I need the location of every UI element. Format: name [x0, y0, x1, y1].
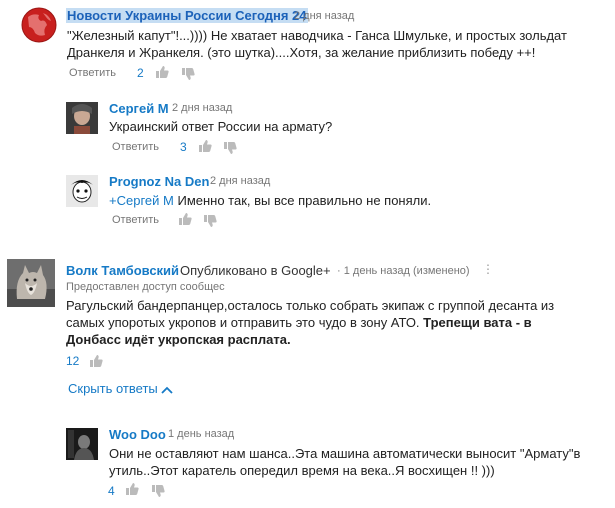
comment-author[interactable]: Prognoz Na Den — [109, 174, 209, 189]
thumb-down-icon[interactable] — [181, 67, 195, 81]
access-label: Предоставлен доступ сообщес — [66, 281, 225, 293]
like-count: 12 — [66, 354, 80, 368]
thumb-up-icon[interactable] — [89, 354, 103, 368]
comment-time[interactable]: · 1 день назад (изменено) — [337, 265, 470, 277]
mention-link[interactable]: +Сергей М — [109, 193, 174, 208]
thumb-down-icon[interactable] — [151, 484, 165, 498]
chevron-up-icon — [161, 386, 174, 394]
published-on-label: Опубликовано в Google+ — [180, 263, 331, 278]
comment-author[interactable]: Сергей М — [109, 101, 169, 116]
comment-time[interactable]: 2 дня назад — [294, 10, 354, 22]
like-count: 4 — [108, 484, 115, 498]
thumb-down-icon[interactable] — [223, 141, 237, 155]
avatar[interactable] — [66, 428, 98, 460]
globe-avatar-icon — [19, 5, 59, 45]
avatar[interactable] — [7, 259, 55, 307]
like-count: 2 — [137, 66, 144, 80]
comment-text: Украинский ответ России на армату? — [109, 119, 333, 134]
wolf-avatar-icon — [7, 259, 55, 307]
comment-body: Именно так, вы все правильно не поняли. — [177, 193, 432, 208]
thumb-up-icon[interactable] — [178, 212, 192, 226]
edited-time: 1 день назад (изменено) — [343, 265, 470, 277]
user-photo-icon — [66, 175, 98, 207]
avatar[interactable] — [66, 102, 98, 134]
comment-time[interactable]: 2 дня назад — [210, 175, 270, 187]
reply-button[interactable]: Ответить — [69, 67, 116, 79]
like-count: 3 — [180, 140, 187, 154]
user-photo-icon — [66, 102, 98, 134]
thumb-up-icon[interactable] — [155, 65, 169, 79]
thumb-down-icon[interactable] — [203, 214, 217, 228]
hide-replies-button[interactable]: Скрыть ответы — [68, 381, 174, 396]
comment-text: Они не оставляют нам шанса..Эта машина а… — [109, 446, 581, 478]
thumb-up-icon[interactable] — [198, 139, 212, 153]
user-photo-icon — [66, 428, 98, 460]
hide-replies-label: Скрыть ответы — [68, 381, 158, 396]
comment-author[interactable]: Волк Тамбовский — [66, 263, 179, 278]
comment-text: Рагульский бандерпанцер,осталось только … — [66, 297, 561, 348]
comment-time[interactable]: 2 дня назад — [172, 102, 232, 114]
thumb-up-icon[interactable] — [125, 482, 139, 496]
comment-time[interactable]: 1 день назад — [168, 428, 234, 440]
comment-author[interactable]: Woo Doo — [109, 427, 166, 442]
avatar[interactable] — [66, 175, 98, 207]
comment-text: "Железный капут"!...)))) Не хватает наво… — [67, 28, 567, 60]
more-options-icon[interactable]: ⋮ — [482, 262, 494, 276]
comment-text: +Сергей М Именно так, вы все правильно н… — [109, 192, 589, 209]
reply-button[interactable]: Ответить — [112, 214, 159, 226]
comment-author[interactable]: Новости Украины России Сегодня 24 — [66, 8, 308, 23]
reply-button[interactable]: Ответить — [112, 141, 159, 153]
avatar[interactable] — [19, 5, 59, 45]
